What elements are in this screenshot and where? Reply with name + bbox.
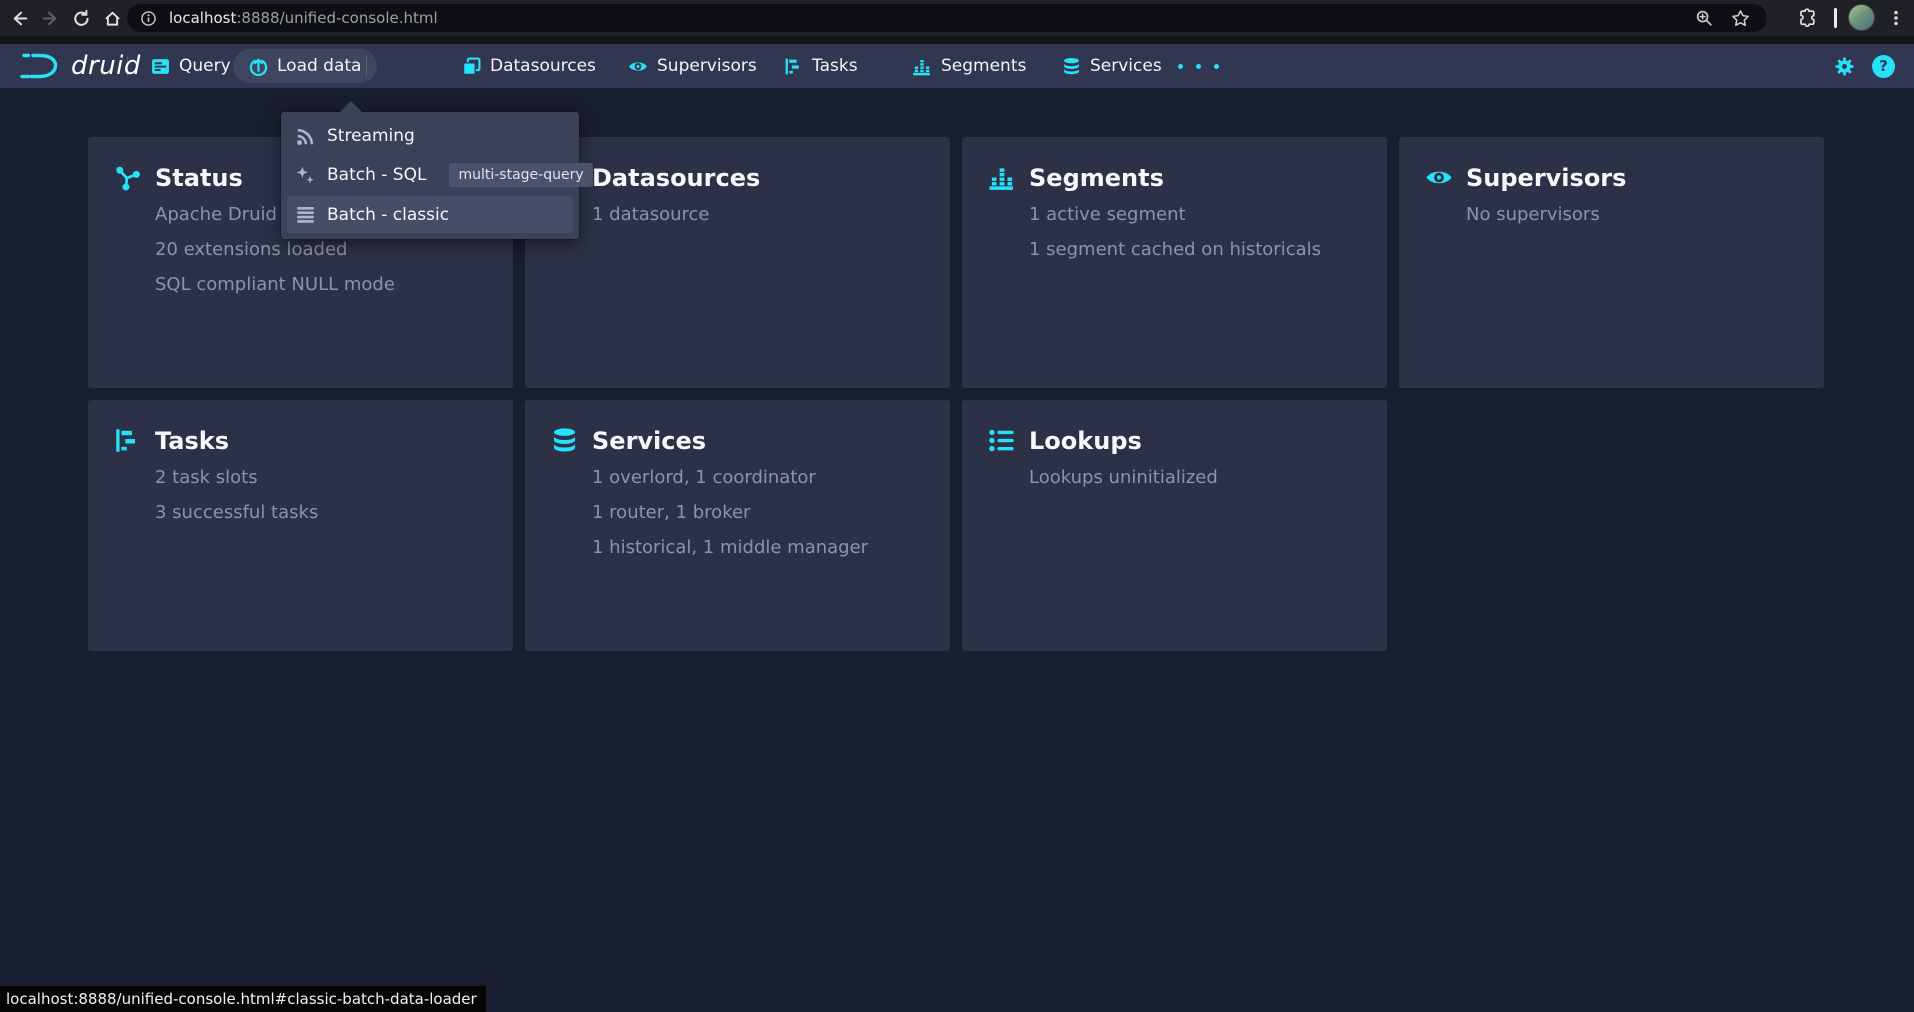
supervisors-eye-icon (1425, 164, 1453, 191)
link-preview-status-bar: localhost:8888/unified-console.html#clas… (0, 986, 486, 1012)
segments-chart-icon (988, 164, 1016, 191)
lookups-list-icon (988, 427, 1015, 454)
nav-more-icon[interactable] (1176, 44, 1221, 88)
stacked-rows-icon (295, 204, 316, 225)
menu-item-batch-classic[interactable]: Batch - classic (287, 196, 573, 233)
card-title: Segments (1029, 161, 1164, 195)
nav-item-query[interactable]: Query (151, 44, 231, 88)
nav-item-supervisors[interactable]: Supervisors (628, 44, 757, 88)
site-info-icon[interactable] (140, 10, 157, 27)
druid-brand-text: druid (71, 51, 141, 81)
extensions-icon[interactable] (1794, 4, 1822, 32)
browser-menu-icon[interactable] (1882, 4, 1910, 32)
card-services[interactable]: Services 1 overlord, 1 coordinator 1 rou… (525, 400, 950, 651)
services-database-icon (551, 427, 578, 454)
card-line: 1 router, 1 broker (592, 495, 868, 530)
supervisors-eye-icon (628, 57, 648, 76)
druid-logo[interactable]: druid (18, 44, 141, 88)
multi-stage-query-tag: multi-stage-query (449, 163, 592, 187)
nav-item-tasks[interactable]: Tasks (784, 44, 858, 88)
browser-back-icon[interactable] (5, 4, 33, 32)
card-title: Supervisors (1466, 161, 1626, 195)
card-line: 1 datasource (592, 197, 710, 232)
nav-item-datasources[interactable]: Datasources (462, 44, 596, 88)
tasks-gantt-icon (784, 57, 803, 76)
card-title: Status (155, 161, 243, 195)
card-supervisors[interactable]: Supervisors No supervisors (1399, 137, 1824, 388)
status-graph-icon (114, 164, 141, 191)
browser-reload-icon[interactable] (67, 4, 95, 32)
druid-logo-icon (18, 51, 62, 81)
browser-home-icon[interactable] (98, 4, 126, 32)
navbar-divider (127, 56, 128, 76)
card-line: 1 segment cached on historicals (1029, 232, 1321, 267)
help-icon[interactable]: ? (1872, 44, 1895, 88)
browser-forward-icon[interactable] (36, 4, 64, 32)
sparkles-icon (295, 165, 316, 186)
settings-gear-icon[interactable] (1834, 44, 1855, 88)
card-title: Datasources (592, 161, 760, 195)
menu-item-streaming[interactable]: Streaming (287, 118, 573, 154)
nav-item-services[interactable]: Services (1062, 44, 1162, 88)
druid-navbar: druid Query Load data Datasources Superv… (0, 44, 1914, 88)
tasks-gantt-icon (114, 427, 141, 454)
navbar-divider (366, 56, 367, 76)
card-segments[interactable]: Segments 1 active segment 1 segment cach… (962, 137, 1387, 388)
services-database-icon (1062, 57, 1081, 76)
card-line: SQL compliant NULL mode (155, 267, 395, 302)
url-text: localhost:8888/unified-console.html (169, 9, 438, 27)
url-bar[interactable]: localhost:8888/unified-console.html (127, 4, 1767, 32)
card-title: Tasks (155, 424, 229, 458)
segments-chart-icon (912, 57, 932, 76)
card-title: Services (592, 424, 706, 458)
card-line: 2 task slots (155, 460, 318, 495)
card-line: 1 active segment (1029, 197, 1321, 232)
window-divider (0, 36, 1914, 44)
toolbar-divider (1834, 8, 1837, 28)
profile-avatar[interactable] (1848, 4, 1875, 31)
card-lookups[interactable]: Lookups Lookups uninitialized (962, 400, 1387, 651)
card-line: 1 overlord, 1 coordinator (592, 460, 868, 495)
menu-caret (340, 101, 362, 112)
streaming-feed-icon (295, 126, 316, 147)
nav-item-load-data[interactable]: Load data (233, 49, 377, 83)
card-line: 1 historical, 1 middle manager (592, 530, 868, 565)
zoom-icon[interactable] (1695, 9, 1714, 28)
card-line: No supervisors (1466, 197, 1600, 232)
card-tasks[interactable]: Tasks 2 task slots 3 successful tasks (88, 400, 513, 651)
load-data-icon (249, 57, 268, 76)
card-line: Lookups uninitialized (1029, 460, 1218, 495)
card-title: Lookups (1029, 424, 1142, 458)
nav-item-segments[interactable]: Segments (912, 44, 1026, 88)
card-line: 3 successful tasks (155, 495, 318, 530)
load-data-menu: Streaming Batch - SQL multi-stage-query … (281, 112, 579, 239)
bookmark-star-icon[interactable] (1731, 9, 1750, 28)
query-icon (151, 57, 170, 76)
menu-item-batch-sql[interactable]: Batch - SQL multi-stage-query (287, 154, 573, 196)
browser-toolbar: localhost:8888/unified-console.html (0, 0, 1914, 36)
datasources-icon (462, 57, 481, 76)
